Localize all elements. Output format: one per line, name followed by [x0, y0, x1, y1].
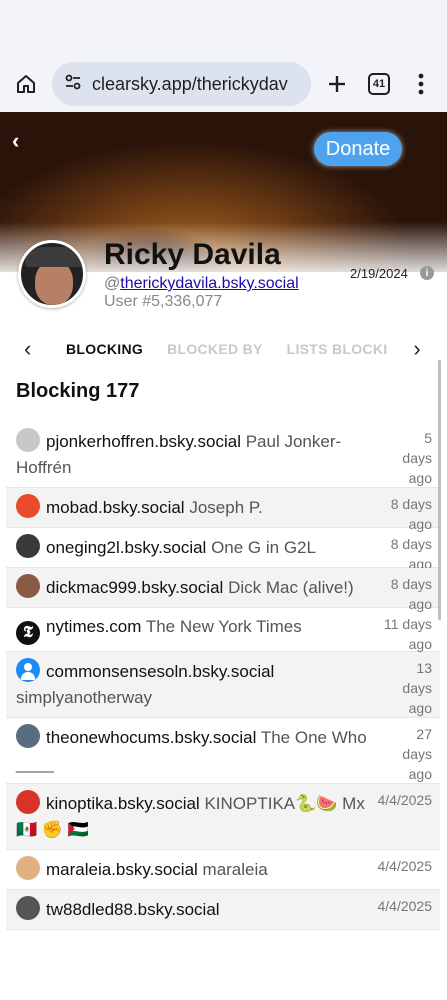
item-time: 5 days ago	[402, 430, 432, 486]
item-handle[interactable]: kinoptika.bsky.social	[46, 794, 200, 813]
avatar	[16, 534, 40, 558]
tab-blocked-by[interactable]: BLOCKED BY	[167, 341, 263, 357]
user-number: User #5,336,077	[104, 293, 223, 310]
item-display-name: One G in G2L	[211, 538, 316, 557]
back-arrow-icon[interactable]: ‹	[12, 128, 19, 154]
avatar	[16, 428, 40, 452]
profile-date: 2/19/2024	[350, 266, 408, 281]
list-item[interactable]: dickmac999.bsky.social Dick Mac (alive!)…	[6, 568, 440, 612]
tab-blocking[interactable]: BLOCKING	[66, 341, 143, 357]
list-item[interactable]: theonewhocums.bsky.social The One Who __…	[6, 718, 440, 784]
list-item[interactable]: kinoptika.bsky.social KINOPTIKA🐍🍉 Mx 🇲🇽 …	[6, 784, 440, 850]
item-time: 13 days ago	[402, 660, 432, 716]
default-user-icon	[16, 658, 40, 682]
item-display-name: The New York Times	[145, 617, 302, 636]
avatar-hat	[25, 247, 83, 267]
item-handle[interactable]: maraleia.bsky.social	[46, 860, 198, 879]
panel-title: Blocking 177	[16, 380, 140, 402]
item-time: 4/4/2025	[377, 898, 433, 914]
item-display-name: Dick Mac (alive!)	[228, 578, 354, 597]
item-display-name: maraleia	[202, 860, 268, 879]
address-bar[interactable]: clearsky.app/therickydav	[52, 62, 311, 106]
home-icon[interactable]	[10, 68, 42, 100]
tab-lists-blocking[interactable]: LISTS BLOCKIN	[287, 341, 387, 357]
nytimes-logo-icon: 𝕿	[16, 621, 40, 645]
list-item[interactable]: maraleia.bsky.social maraleia 4/4/2025	[6, 850, 440, 890]
list-item[interactable]: 𝕿nytimes.com The New York Times 11 days …	[6, 608, 440, 652]
item-handle[interactable]: mobad.bsky.social	[46, 498, 185, 517]
item-handle[interactable]: tw88dled88.bsky.social	[46, 900, 220, 919]
item-display-name: simplyanotherway	[16, 688, 153, 707]
plus-icon[interactable]	[321, 68, 353, 100]
avatar	[16, 724, 40, 748]
profile-handle: @therickydavila.bsky.social	[104, 275, 299, 293]
more-vert-icon[interactable]	[405, 68, 437, 100]
list-item[interactable]: pjonkerhoffren.bsky.social Paul Jonker-H…	[6, 422, 440, 488]
profile-avatar	[18, 240, 86, 308]
item-handle[interactable]: dickmac999.bsky.social	[46, 578, 223, 597]
status-bar-area	[0, 0, 447, 56]
item-time: 4/4/2025	[377, 858, 433, 874]
list-item[interactable]: mobad.bsky.social Joseph P. 8 days ago	[6, 488, 440, 532]
item-handle[interactable]: commonsensesoln.bsky.social	[46, 662, 274, 681]
item-time: 4/4/2025	[377, 792, 433, 808]
profile-handle-link[interactable]: therickydavila.bsky.social	[120, 275, 298, 292]
item-time: 11 days ago	[384, 616, 432, 652]
profile-name: Ricky Davila	[104, 238, 281, 271]
item-display-name: Joseph P.	[189, 498, 263, 517]
tab-switcher-icon[interactable]: 41	[363, 68, 395, 100]
browser-toolbar: clearsky.app/therickydav 41	[0, 56, 447, 112]
url-text: clearsky.app/therickydav	[92, 73, 288, 94]
info-icon[interactable]: i	[420, 266, 434, 280]
list-item[interactable]: commonsensesoln.bsky.social simplyanothe…	[6, 652, 440, 718]
tab-list: BLOCKING BLOCKED BY LISTS BLOCKIN	[60, 341, 387, 357]
item-handle[interactable]: pjonkerhoffren.bsky.social	[46, 432, 241, 451]
avatar	[16, 856, 40, 880]
item-handle[interactable]: theonewhocums.bsky.social	[46, 728, 256, 747]
handle-prefix: @	[104, 275, 121, 292]
item-handle[interactable]: nytimes.com	[46, 617, 141, 636]
blocking-panel: Blocking 177 pjonkerhoffren.bsky.social …	[6, 360, 440, 950]
avatar-face	[35, 261, 73, 305]
donate-button[interactable]: Donate	[314, 132, 402, 166]
item-time: 27 days ago	[402, 726, 432, 782]
avatar	[16, 574, 40, 598]
list-item[interactable]: oneging2l.bsky.social One G in G2L 8 day…	[6, 528, 440, 572]
list-item[interactable]: tw88dled88.bsky.social 4/4/2025	[6, 890, 440, 930]
scrollbar[interactable]	[438, 360, 441, 620]
avatar	[16, 494, 40, 518]
tune-icon[interactable]	[64, 73, 82, 96]
tab-count: 41	[368, 73, 390, 95]
avatar	[16, 896, 40, 920]
item-handle[interactable]: oneging2l.bsky.social	[46, 538, 206, 557]
avatar	[16, 790, 40, 814]
